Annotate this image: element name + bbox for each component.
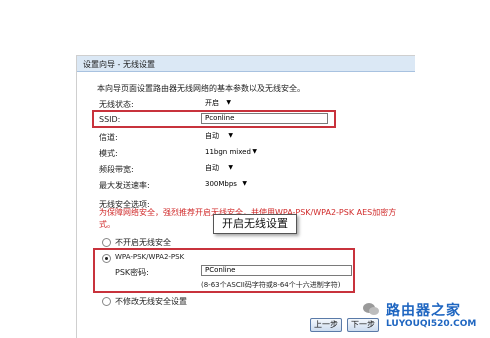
bandwidth-value: 自动 <box>205 164 219 172</box>
chevron-down-icon: ▼ <box>228 132 233 139</box>
psk-input[interactable]: PConline <box>201 265 352 276</box>
radio-wpa-psk[interactable] <box>102 254 111 263</box>
bandwidth-label: 频段带宽: <box>99 165 134 174</box>
opt-disable-label: 不开启无线安全 <box>115 238 171 247</box>
prev-button[interactable]: 上一步 <box>310 318 342 332</box>
status-value: 开启 <box>205 99 219 107</box>
window-title: 设置向导 - 无线设置 <box>83 60 155 69</box>
chevron-down-icon: ▼ <box>242 180 247 187</box>
chevron-down-icon: ▼ <box>226 99 231 106</box>
chevron-down-icon: ▼ <box>252 148 257 155</box>
opt-wpa-label: WPA-PSK/WPA2-PSK <box>115 253 185 261</box>
opt-keep-label: 不修改无线安全设置 <box>115 297 187 306</box>
mode-value: 11bgn mixed <box>205 148 251 156</box>
status-select[interactable]: 开启 ▼ <box>203 98 233 108</box>
watermark-url: LUYOUQI520.COM <box>386 319 477 329</box>
next-button[interactable]: 下一步 <box>347 318 379 332</box>
psk-label: PSK密码: <box>115 268 149 277</box>
radio-keep-security[interactable] <box>102 297 111 306</box>
status-label: 无线状态: <box>99 100 134 109</box>
radio-disable-security[interactable] <box>102 238 111 247</box>
tooltip: 开启无线设置 <box>213 214 297 234</box>
wizard-panel: 设置向导 - 无线设置 本向导页面设置路由器无线网络的基本参数以及无线安全。 无… <box>76 55 415 338</box>
intro-text: 本向导页面设置路由器无线网络的基本参数以及无线安全。 <box>97 84 305 93</box>
channel-select[interactable]: 自动 ▼ <box>203 131 235 141</box>
wechat-icon <box>363 303 379 315</box>
channel-value: 自动 <box>205 132 219 140</box>
window-header: 设置向导 - 无线设置 <box>77 56 415 72</box>
mode-select[interactable]: 11bgn mixed ▼ <box>203 147 259 157</box>
channel-label: 信道: <box>99 133 118 142</box>
psk-hint: (8-63个ASCII码字符或8-64个十六进制字符) <box>201 281 341 289</box>
bandwidth-select[interactable]: 自动 ▼ <box>203 163 235 173</box>
ssid-input[interactable]: Pconline <box>201 113 328 124</box>
ssid-label: SSID: <box>99 115 121 124</box>
mode-label: 模式: <box>99 149 118 158</box>
max-rate-select[interactable]: 300Mbps ▼ <box>203 179 249 189</box>
max-rate-value: 300Mbps <box>205 180 237 188</box>
chevron-down-icon: ▼ <box>228 164 233 171</box>
watermark-brand: 路由器之家 <box>386 303 461 319</box>
max-rate-label: 最大发送速率: <box>99 181 150 190</box>
